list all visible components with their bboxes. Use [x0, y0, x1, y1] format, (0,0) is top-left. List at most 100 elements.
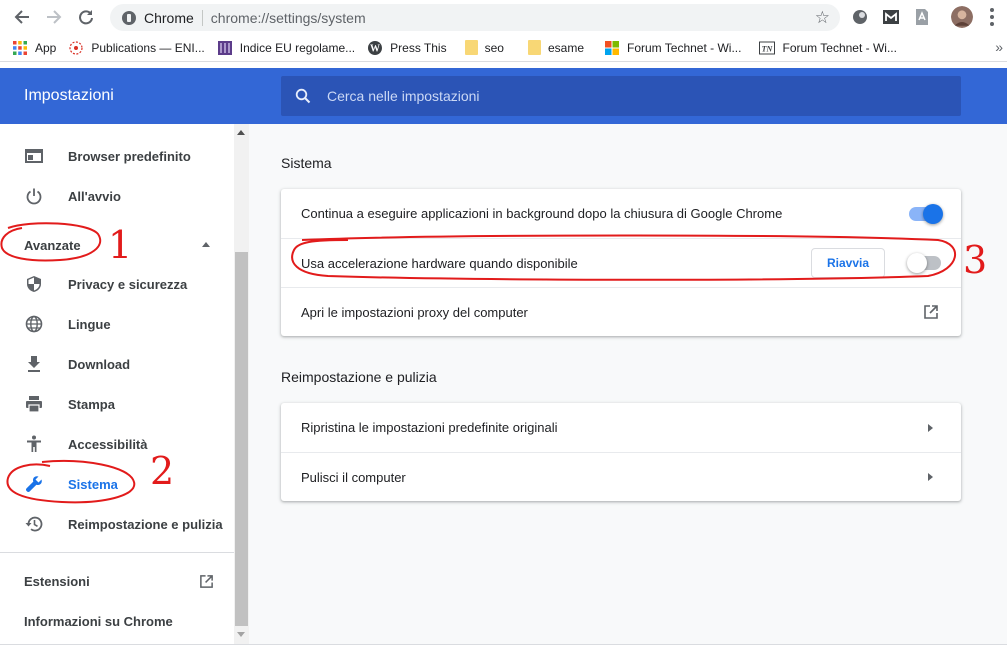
- sidebar-item-label: Privacy e sicurezza: [68, 276, 188, 292]
- settings-search[interactable]: [281, 76, 961, 116]
- section-title-system: Sistema: [281, 155, 332, 171]
- bookmark-eni[interactable]: Publications — ENI...: [62, 34, 210, 62]
- bookmark-apps[interactable]: App: [0, 34, 62, 62]
- sidebar-item-on-startup[interactable]: All'avvio: [0, 176, 234, 216]
- window-bottom-edge: [0, 644, 1007, 653]
- relaunch-button[interactable]: Riavvia: [811, 248, 885, 278]
- setting-row-background-apps[interactable]: Continua a eseguire applicazioni in back…: [281, 189, 961, 238]
- sidebar-item-label: Download: [68, 356, 131, 372]
- bookmark-technet-1[interactable]: Forum Technet - Wi...: [590, 34, 747, 62]
- extension-icons: [850, 6, 994, 28]
- sidebar-item-label: Sistema: [68, 476, 118, 492]
- extension-circle-icon[interactable]: [850, 7, 870, 27]
- browser-icon: [24, 146, 44, 166]
- bookmark-folder-seo[interactable]: seo: [453, 34, 510, 62]
- power-icon: [24, 186, 44, 206]
- scroll-up-arrow-icon[interactable]: [237, 130, 245, 135]
- toggle-knob: [907, 253, 927, 273]
- setting-row-hardware-acceleration[interactable]: Usa accelerazione hardware quando dispon…: [281, 238, 961, 287]
- url-text[interactable]: chrome://settings/system: [211, 10, 366, 26]
- background-apps-toggle[interactable]: [909, 203, 943, 224]
- reload-icon[interactable]: [75, 6, 97, 28]
- chevron-up-icon[interactable]: [202, 242, 210, 247]
- sidebar-item-downloads[interactable]: Download: [0, 344, 234, 384]
- menu-kebab-icon[interactable]: [990, 8, 994, 26]
- page-title: Impostazioni: [24, 87, 114, 104]
- printer-icon: [24, 394, 44, 414]
- technet-favicon-icon: TN: [759, 41, 776, 54]
- folder-icon: [527, 40, 541, 55]
- open-in-new-icon[interactable]: [923, 304, 939, 320]
- bookmark-label: App: [35, 40, 57, 55]
- sidebar-item-label: All'avvio: [68, 188, 121, 204]
- eu-favicon-icon: [217, 40, 232, 55]
- wordpress-favicon-icon: W: [368, 40, 383, 55]
- sidebar-item-privacy[interactable]: Privacy e sicurezza: [0, 264, 234, 304]
- bookmark-star-icon[interactable]: ☆: [815, 8, 830, 28]
- sidebar-item-reset[interactable]: Reimpostazione e pulizia: [0, 504, 234, 544]
- sidebar-item-label: Browser predefinito: [68, 148, 191, 164]
- search-input[interactable]: [327, 88, 927, 104]
- chevron-right-icon: [928, 473, 933, 481]
- extension-pdf-icon[interactable]: [912, 7, 932, 27]
- scrollbar-thumb[interactable]: [235, 252, 248, 626]
- sidebar-item-default-browser[interactable]: Browser predefinito: [0, 136, 234, 176]
- apps-grid-icon: [13, 40, 27, 55]
- bookmark-label: Press This: [390, 40, 447, 55]
- setting-label: Usa accelerazione hardware quando dispon…: [301, 255, 578, 271]
- bookmark-label: seo: [484, 40, 504, 55]
- open-in-new-icon[interactable]: [199, 574, 214, 589]
- bookmark-label: Forum Technet - Wi...: [782, 40, 897, 55]
- sidebar-divider: [0, 552, 234, 553]
- setting-label: Apri le impostazioni proxy del computer: [301, 304, 528, 320]
- toggle-knob: [923, 203, 943, 224]
- download-icon: [24, 354, 44, 374]
- sidebar-item-label: Lingue: [68, 316, 111, 332]
- restore-icon: [24, 514, 44, 534]
- address-bar[interactable]: Chrome chrome://settings/system ☆: [110, 4, 840, 31]
- sidebar-link-about-chrome[interactable]: Informazioni su Chrome: [24, 614, 173, 629]
- bookmarks-overflow-icon[interactable]: »: [995, 39, 1003, 55]
- bookmark-eu[interactable]: Indice EU regolame...: [211, 34, 361, 62]
- sidebar-item-system[interactable]: Sistema: [0, 464, 234, 504]
- setting-row-proxy[interactable]: Apri le impostazioni proxy del computer: [281, 287, 961, 336]
- sidebar-link-extensions[interactable]: Estensioni: [24, 574, 90, 589]
- reset-card: Ripristina le impostazioni predefinite o…: [281, 403, 961, 501]
- section-title-reset: Reimpostazione e pulizia: [281, 369, 437, 385]
- microsoft-favicon-icon: [605, 40, 619, 55]
- bookmark-press-this[interactable]: W Press This: [361, 34, 452, 62]
- sidebar-scrollbar[interactable]: [234, 124, 249, 644]
- accessibility-icon: [24, 434, 44, 454]
- forward-arrow-icon[interactable]: [43, 6, 65, 28]
- bookmark-label: Publications — ENI...: [91, 40, 205, 55]
- setting-label: Continua a eseguire applicazioni in back…: [301, 206, 783, 221]
- system-card: Continua a eseguire applicazioni in back…: [281, 189, 961, 336]
- sidebar-item-printing[interactable]: Stampa: [0, 384, 234, 424]
- bookmark-technet-2[interactable]: TN Forum Technet - Wi...: [747, 34, 902, 62]
- profile-avatar-icon[interactable]: [951, 6, 973, 28]
- extension-m-icon[interactable]: [881, 7, 901, 27]
- sidebar-item-label: Reimpostazione e pulizia: [68, 516, 223, 532]
- settings-header: Impostazioni: [0, 68, 1007, 124]
- folder-icon: [464, 40, 478, 55]
- eni-favicon-icon: [69, 40, 83, 55]
- sidebar-item-label: Accessibilità: [68, 436, 148, 452]
- browser-toolbar: Chrome chrome://settings/system ☆: [0, 0, 1007, 34]
- setting-row-cleanup[interactable]: Pulisci il computer: [281, 452, 961, 501]
- bookmark-label: Indice EU regolame...: [239, 40, 356, 55]
- svg-text:TN: TN: [762, 44, 774, 53]
- bookmark-folder-esame[interactable]: esame: [510, 34, 590, 62]
- sidebar-item-languages[interactable]: Lingue: [0, 304, 234, 344]
- settings-sidebar: Browser predefinito All'avvio Avanzate P…: [0, 124, 234, 644]
- globe-icon: [24, 314, 44, 334]
- setting-label: Ripristina le impostazioni predefinite o…: [301, 420, 558, 435]
- setting-row-restore-defaults[interactable]: Ripristina le impostazioni predefinite o…: [281, 403, 961, 452]
- sidebar-advanced-toggle[interactable]: Avanzate: [24, 238, 81, 253]
- search-icon: [295, 88, 311, 104]
- scroll-down-arrow-icon[interactable]: [237, 632, 245, 637]
- sidebar-item-accessibility[interactable]: Accessibilità: [0, 424, 234, 464]
- back-arrow-icon[interactable]: [11, 6, 33, 28]
- hardware-acceleration-toggle[interactable]: [907, 253, 941, 273]
- settings-main: Sistema Continua a eseguire applicazioni…: [249, 124, 1007, 644]
- site-info-icon[interactable]: [122, 10, 136, 25]
